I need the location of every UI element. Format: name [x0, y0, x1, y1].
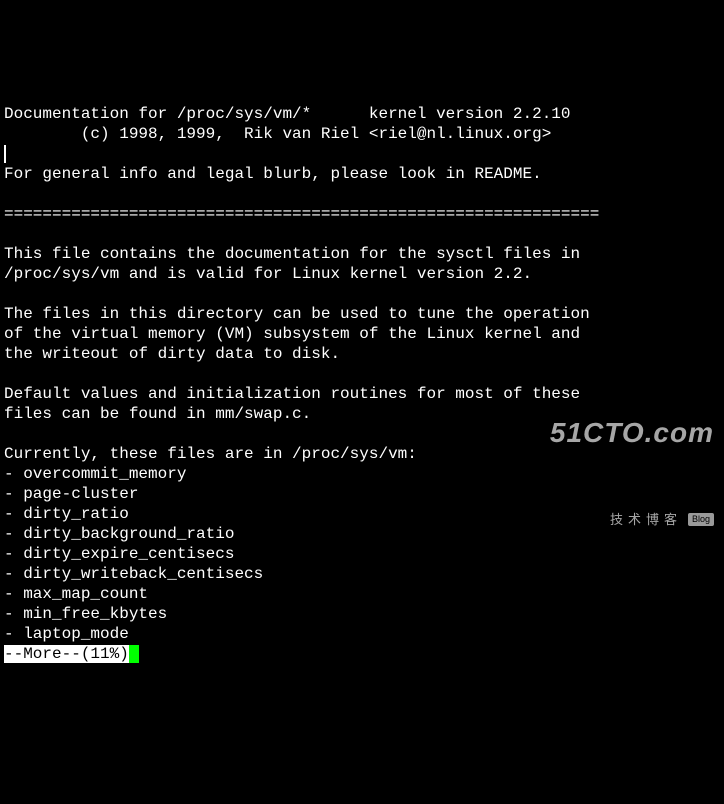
doc-paragraph: files can be found in mm/swap.c. [4, 405, 311, 423]
doc-paragraph: the writeout of dirty data to disk. [4, 345, 340, 363]
doc-copyright: (c) 1998, 1999, Rik van Riel <riel@nl.li… [4, 125, 551, 143]
doc-paragraph: of the virtual memory (VM) subsystem of … [4, 325, 580, 343]
terminal-output: Documentation for /proc/sys/vm/* kernel … [4, 84, 720, 664]
doc-paragraph: The files in this directory can be used … [4, 305, 590, 323]
doc-list-item: - page-cluster [4, 485, 138, 503]
doc-list-header: Currently, these files are in /proc/sys/… [4, 445, 417, 463]
doc-list-item: - dirty_expire_centisecs [4, 545, 234, 563]
more-cursor-icon [129, 645, 139, 663]
doc-paragraph: Default values and initialization routin… [4, 385, 580, 403]
doc-paragraph: /proc/sys/vm and is valid for Linux kern… [4, 265, 532, 283]
doc-list-item: - dirty_background_ratio [4, 525, 234, 543]
doc-list-item: - dirty_writeback_centisecs [4, 565, 263, 583]
doc-paragraph: This file contains the documentation for… [4, 245, 580, 263]
doc-title: Documentation for /proc/sys/vm/* kernel … [4, 105, 571, 123]
doc-list-item: - min_free_kbytes [4, 605, 167, 623]
doc-list-item: - max_map_count [4, 585, 148, 603]
more-prompt[interactable]: --More--(11%) [4, 645, 139, 663]
more-prompt-text: --More--(11%) [4, 645, 129, 663]
doc-divider: ========================================… [4, 205, 599, 223]
doc-intro: For general info and legal blurb, please… [4, 165, 542, 183]
text-cursor [4, 145, 6, 163]
doc-list-item: - laptop_mode [4, 625, 129, 643]
doc-list-item: - overcommit_memory [4, 465, 186, 483]
doc-list-item: - dirty_ratio [4, 505, 129, 523]
